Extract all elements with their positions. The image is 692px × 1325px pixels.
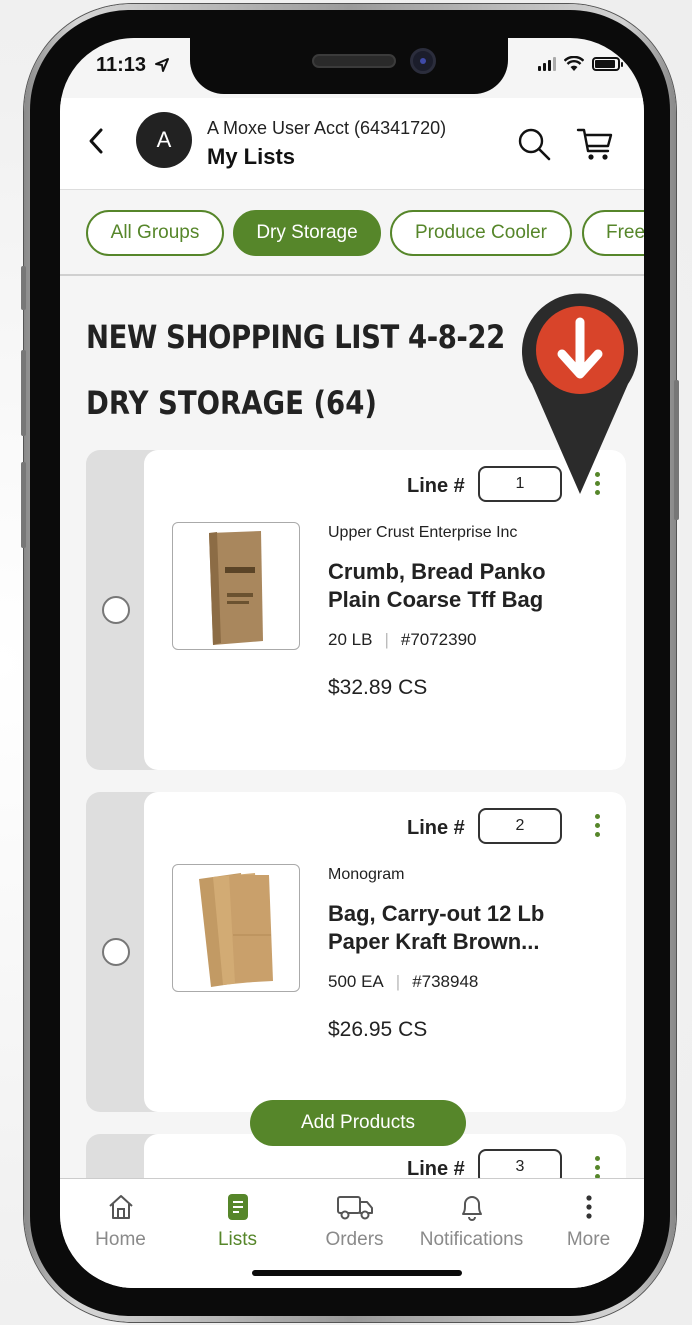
bell-icon	[461, 1196, 482, 1221]
product-name-line2: Paper Kraft Brown...	[328, 929, 540, 954]
list-title: NEW SHOPPING LIST 4-8-22	[86, 318, 505, 356]
speaker	[312, 54, 396, 68]
product-price: $26.95 CS	[328, 1018, 428, 1041]
notch	[190, 38, 508, 94]
nav-orders[interactable]: Orders	[296, 1191, 413, 1251]
volume-up-button	[21, 350, 26, 436]
truck-icon	[336, 1196, 373, 1220]
home-icon	[108, 1195, 133, 1219]
tab-dry-storage[interactable]: Dry Storage	[233, 210, 381, 256]
line-number-input[interactable]: 2	[478, 808, 562, 844]
cellular-signal-icon	[538, 57, 556, 71]
product-pack-size: 500 EA	[328, 972, 384, 991]
tab-produce-cooler[interactable]: Produce Cooler	[390, 210, 572, 256]
product-price: $32.89 CS	[328, 676, 428, 699]
product-name[interactable]: Crumb, Bread Panko Plain Coarse Tff Bag	[328, 558, 588, 614]
list-icon	[227, 1194, 248, 1220]
product-item-number: #738948	[412, 972, 479, 991]
product-options-kebab-icon[interactable]	[592, 1156, 602, 1179]
volume-down-button	[21, 462, 26, 548]
more-icon	[585, 1195, 592, 1219]
product-select-radio[interactable]	[102, 938, 130, 966]
download-pin-icon	[522, 293, 638, 494]
cart-icon[interactable]	[576, 126, 614, 162]
nav-orders-label: Orders	[325, 1229, 384, 1250]
product-options-kebab-icon[interactable]	[592, 814, 602, 837]
avatar[interactable]: A	[136, 112, 192, 168]
product-name[interactable]: Bag, Carry-out 12 Lb Paper Kraft Brown..…	[328, 900, 588, 956]
nav-lists[interactable]: Lists	[179, 1191, 296, 1251]
panko-bag-image	[209, 531, 263, 645]
tab-all-groups[interactable]: All Groups	[86, 210, 224, 256]
nav-notifications-label: Notifications	[419, 1229, 524, 1250]
product-image[interactable]	[172, 522, 300, 650]
phone-screen: 11:13 A A Moxe User Acct (64341720) My L…	[60, 38, 644, 1288]
status-icons	[538, 56, 623, 72]
product-pack-size: 20 LB	[328, 630, 373, 649]
product-select-radio[interactable]	[102, 596, 130, 624]
account-name[interactable]: A Moxe User Acct (64341720)	[207, 118, 446, 139]
nav-home-label: Home	[95, 1229, 146, 1250]
line-number-label: Line #	[407, 475, 465, 497]
back-arrow-icon[interactable]	[84, 126, 108, 156]
nav-notifications[interactable]: Notifications	[413, 1191, 530, 1251]
nav-more-label: More	[566, 1229, 611, 1250]
product-brand: Upper Crust Enterprise Inc	[328, 524, 518, 541]
product-brand: Monogram	[328, 866, 405, 883]
app-header: A A Moxe User Acct (64341720) My Lists	[60, 98, 644, 190]
search-icon[interactable]	[516, 126, 552, 162]
mute-switch	[21, 266, 26, 310]
nav-lists-label: Lists	[217, 1229, 258, 1250]
meta-separator: |	[384, 630, 389, 649]
wifi-icon	[564, 56, 584, 71]
product-image[interactable]	[172, 864, 300, 992]
nav-home[interactable]: Home	[62, 1191, 179, 1251]
page-title: My Lists	[207, 144, 296, 169]
tab-freezer[interactable]: Free	[582, 210, 644, 256]
product-item-number: #7072390	[400, 630, 477, 649]
meta-separator: |	[395, 972, 401, 991]
product-name-line1: Bag, Carry-out 12 Lb	[328, 901, 545, 926]
home-indicator	[252, 1270, 462, 1276]
power-button	[674, 380, 679, 520]
line-number-label: Line #	[407, 817, 465, 839]
group-title: DRY STORAGE (64)	[86, 384, 377, 422]
location-arrow-icon	[154, 58, 169, 72]
add-products-button[interactable]: Add Products	[250, 1100, 466, 1146]
front-camera	[410, 48, 436, 74]
battery-icon	[592, 57, 623, 71]
paper-bag-image	[199, 873, 273, 987]
product-name-line1: Crumb, Bread Panko	[328, 559, 546, 584]
product-meta: 20 LB | #7072390	[328, 630, 477, 650]
product-name-line2: Plain Coarse Tff Bag	[328, 587, 544, 612]
group-tabs: All Groups Dry Storage Produce Cooler Fr…	[60, 190, 644, 276]
nav-more[interactable]: More	[530, 1191, 644, 1251]
product-meta: 500 EA | #738948	[328, 972, 478, 992]
status-time: 11:13	[96, 54, 170, 77]
